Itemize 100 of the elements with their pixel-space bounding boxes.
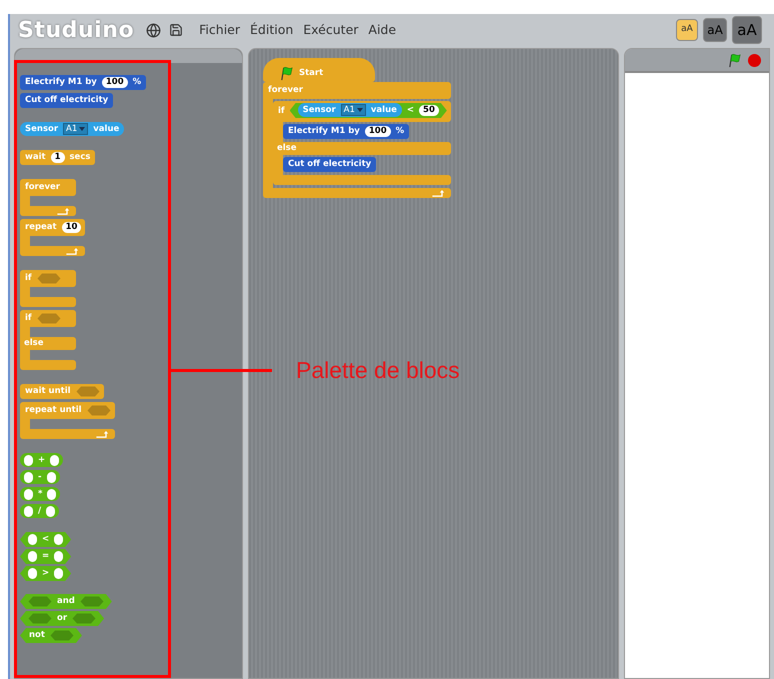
boolean-block[interactable]: and	[20, 594, 112, 609]
command-block[interactable]: Electrify M1 by 100 %	[20, 75, 146, 90]
else-bar: else	[273, 142, 451, 155]
block-label: %	[132, 76, 142, 89]
command-block[interactable]: wait 1 secs	[20, 150, 96, 165]
number-slot[interactable]	[24, 506, 33, 516]
stop-button[interactable]	[748, 54, 761, 66]
boolean-slot[interactable]	[86, 405, 111, 416]
loop-block[interactable]: forever if Sensor A1 value < 50 Electrify M1 by 100 % else Cut off electricity	[263, 82, 451, 198]
block-label: /	[37, 504, 42, 518]
number-input[interactable]: 1	[50, 152, 64, 163]
block-label: %	[394, 125, 406, 138]
reporter-block[interactable]: -	[20, 470, 60, 484]
loop-block[interactable]: repeat 10	[20, 219, 86, 256]
block-label: if	[24, 272, 33, 285]
menu-item[interactable]: Aide	[368, 20, 396, 40]
command-block[interactable]: Cut off electricity	[283, 157, 376, 172]
block-label: +	[37, 454, 46, 466]
reporter-block[interactable]: Sensor A1 value	[298, 103, 402, 117]
number-slot[interactable]	[28, 534, 37, 545]
menu-item[interactable]: Exécuter	[303, 20, 358, 40]
number-slot[interactable]	[54, 551, 64, 562]
block-label: -	[37, 470, 43, 484]
block-label: wait until	[24, 385, 72, 398]
block-label: wait	[24, 151, 47, 164]
block-label: value	[370, 104, 398, 116]
boolean-block[interactable]: <	[20, 532, 72, 547]
block-label: Electrify M1 by	[287, 125, 361, 138]
if-else-block[interactable]: if Sensor A1 value < 50 Electrify M1 by 100 % else Cut off electricity	[273, 101, 451, 185]
flag-icon	[727, 52, 742, 68]
block-label: Sensor	[24, 122, 60, 136]
annotation-label: Palette de blocs	[296, 356, 460, 385]
run-button[interactable]	[727, 52, 742, 68]
number-slot[interactable]	[54, 534, 64, 545]
boolean-slot[interactable]	[76, 386, 100, 397]
loop-arrow-icon	[96, 430, 109, 438]
reporter-block[interactable]: Sensor A1 value	[20, 122, 124, 136]
number-slot[interactable]	[54, 568, 64, 579]
number-slot[interactable]	[46, 472, 56, 482]
boolean-slot[interactable]	[80, 596, 104, 607]
caret-icon	[356, 108, 363, 112]
boolean-block[interactable]: >	[20, 566, 72, 581]
number-slot[interactable]	[24, 488, 33, 500]
boolean-slot[interactable]	[50, 630, 74, 641]
number-input[interactable]: 50	[419, 105, 439, 116]
boolean-block[interactable]: Sensor A1 value < 50	[290, 103, 447, 118]
number-slot[interactable]	[24, 454, 33, 466]
block-label: =	[41, 550, 50, 563]
block-label: or	[56, 612, 68, 625]
language-icon[interactable]	[146, 22, 162, 38]
command-block[interactable]: Electrify M1 by 100 %	[283, 124, 410, 139]
number-input[interactable]: 100	[102, 77, 128, 88]
text-size-button[interactable]: aA	[703, 18, 727, 42]
number-input[interactable]: 10	[62, 222, 82, 233]
boolean-block[interactable]: =	[20, 549, 72, 564]
boolean-slot[interactable]	[36, 273, 61, 284]
block-label: >	[41, 567, 50, 580]
block-label: *	[37, 488, 44, 500]
command-block[interactable]: Cut off electricity	[20, 93, 114, 108]
boolean-slot[interactable]	[28, 596, 52, 607]
block-label: repeat until	[24, 404, 83, 417]
text-size-button[interactable]: aA	[732, 16, 762, 44]
block-label: <	[406, 104, 416, 117]
boolean-block[interactable]: not	[20, 628, 82, 643]
menu-item[interactable]: Édition	[250, 20, 294, 40]
block-label: Start	[298, 66, 324, 80]
dropdown-input[interactable]: A1	[340, 104, 366, 116]
dropdown-input[interactable]: A1	[63, 123, 88, 135]
block-label: value	[92, 122, 120, 136]
reporter-block[interactable]: +	[20, 453, 64, 467]
boolean-slot[interactable]	[72, 613, 96, 624]
number-slot[interactable]	[47, 488, 56, 500]
block-label: Electrify M1 by	[24, 76, 98, 89]
block-label: Sensor	[302, 104, 337, 116]
text-size-button[interactable]: aA	[676, 19, 698, 41]
number-slot[interactable]	[28, 568, 37, 579]
menu-item[interactable]: Fichier	[199, 20, 240, 40]
boolean-slot[interactable]	[28, 613, 52, 624]
block-foot	[20, 360, 76, 370]
block-label: <	[41, 533, 50, 546]
app-logo: Studuino	[18, 16, 134, 44]
boolean-block[interactable]: or	[20, 611, 104, 626]
save-icon[interactable]	[169, 23, 184, 37]
loop-arrow-icon	[66, 248, 80, 254]
number-slot[interactable]	[28, 551, 37, 562]
block-label: and	[56, 595, 76, 608]
block-label: if	[277, 105, 286, 118]
number-input[interactable]: 100	[364, 126, 391, 137]
number-slot[interactable]	[24, 472, 33, 482]
block-label: if	[24, 312, 33, 325]
number-slot[interactable]	[46, 506, 56, 516]
block-label: not	[28, 629, 46, 642]
block-label: forever	[24, 181, 61, 194]
flag-icon	[279, 66, 294, 80]
boolean-slot[interactable]	[36, 313, 61, 324]
number-slot[interactable]	[50, 454, 60, 466]
block-label: repeat	[24, 221, 58, 234]
block-label: secs	[68, 151, 92, 164]
reporter-block[interactable]: *	[20, 487, 60, 501]
reporter-block[interactable]: /	[20, 504, 60, 518]
